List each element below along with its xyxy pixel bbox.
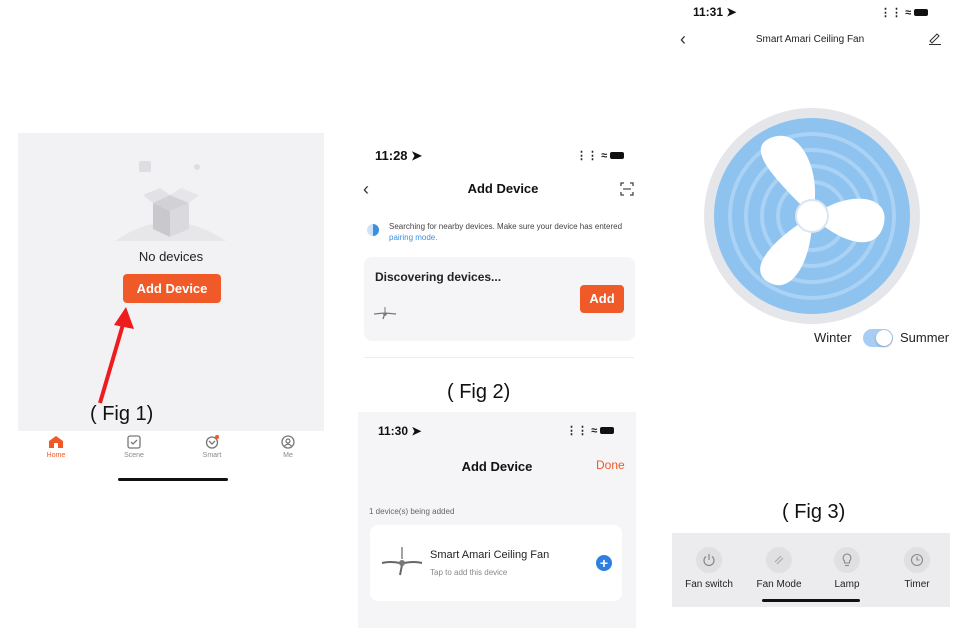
fig3-caption: ( Fig 3) bbox=[782, 501, 846, 523]
discovering-card: Discovering devices... Add bbox=[364, 257, 635, 341]
ceiling-fan-icon bbox=[373, 307, 397, 320]
device-subtitle: Tap to add this device bbox=[430, 568, 508, 577]
smart-icon bbox=[205, 435, 219, 449]
tab-smart[interactable]: Smart bbox=[182, 435, 242, 459]
scan-icon[interactable] bbox=[620, 182, 634, 196]
fan-mode-label: Fan Mode bbox=[756, 579, 802, 590]
tab-me-label: Me bbox=[283, 452, 293, 459]
tab-me[interactable]: Me bbox=[258, 435, 318, 459]
fan-mode-button[interactable]: Fan Mode bbox=[744, 547, 814, 590]
lamp-label: Lamp bbox=[834, 579, 860, 590]
winter-label: Winter bbox=[814, 330, 852, 345]
fig1-home-screen: No devices Add Device ( Fig 1) bbox=[18, 133, 324, 431]
battery-icon bbox=[610, 152, 625, 159]
wifi-icon: ≈ bbox=[591, 425, 598, 437]
power-icon bbox=[703, 554, 715, 567]
search-hint: Searching for nearby devices. Make sure … bbox=[389, 221, 629, 243]
fig3-status-icons: ⋮⋮ ≈ bbox=[880, 6, 929, 19]
edit-pencil-icon[interactable] bbox=[928, 33, 942, 45]
device-card[interactable]: Smart Amari Ceiling Fan Tap to add this … bbox=[370, 525, 622, 601]
fan-mode-icon bbox=[774, 555, 784, 565]
battery-icon bbox=[600, 427, 615, 434]
search-hint-text: Searching for nearby devices. Make sure … bbox=[389, 222, 623, 231]
tab-scene-label: Scene bbox=[124, 452, 144, 459]
lamp-button[interactable]: Lamp bbox=[812, 547, 882, 590]
status-time-text: 11:31 bbox=[693, 5, 724, 19]
add-device-plus-icon[interactable]: + bbox=[596, 555, 612, 571]
wifi-icon: ≈ bbox=[601, 150, 608, 162]
devices-being-added-text: 1 device(s) being added bbox=[369, 507, 455, 516]
pairing-mode-link[interactable]: pairing mode. bbox=[389, 233, 437, 242]
lamp-icon bbox=[842, 553, 852, 567]
season-toggle[interactable] bbox=[863, 329, 893, 347]
location-arrow-icon: ➤ bbox=[726, 5, 737, 19]
device-title: Smart Amari Ceiling Fan bbox=[755, 34, 865, 45]
tab-home-label: Home bbox=[46, 452, 66, 459]
tab-smart-label: Smart bbox=[202, 452, 222, 459]
home-icon bbox=[49, 436, 63, 448]
status-icons: ⋮⋮ ≈ bbox=[566, 424, 615, 437]
empty-state-text: No devices bbox=[138, 249, 204, 264]
signal-icon: ⋮⋮ bbox=[576, 150, 598, 162]
ceiling-fan-icon bbox=[381, 547, 423, 576]
page-title: Add Device bbox=[461, 459, 533, 474]
signal-icon: ⋮⋮ bbox=[880, 7, 902, 19]
bottom-tab-bar: Home Scene Smart Me bbox=[18, 431, 324, 483]
toggle-knob bbox=[876, 330, 892, 346]
home-indicator bbox=[118, 478, 228, 481]
fan-switch-button[interactable]: Fan switch bbox=[674, 547, 744, 590]
fan-control-toolbar: Fan switch Fan Mode Lamp Timer bbox=[672, 533, 950, 607]
home-indicator bbox=[762, 599, 860, 602]
fan-dial[interactable] bbox=[703, 107, 921, 325]
fig2-add-device-searching: 11:28 ➤ ⋮⋮ ≈ ‹ Add Device Searching for … bbox=[358, 137, 636, 359]
status-time-text: 11:28 bbox=[375, 148, 408, 163]
empty-box-icon bbox=[115, 161, 226, 241]
fig2-device-being-added: 11:30 ➤ ⋮⋮ ≈ Add Device Done 1 device(s)… bbox=[358, 412, 636, 628]
red-arrow-annotation bbox=[98, 307, 134, 404]
fig2-caption: ( Fig 2) bbox=[447, 381, 511, 403]
device-name: Smart Amari Ceiling Fan bbox=[430, 549, 550, 561]
done-button[interactable]: Done bbox=[596, 458, 625, 472]
tab-scene[interactable]: Scene bbox=[104, 435, 164, 459]
wifi-icon: ≈ bbox=[905, 7, 912, 19]
back-chevron-icon[interactable]: ‹ bbox=[680, 29, 686, 50]
timer-button[interactable]: Timer bbox=[882, 547, 952, 590]
location-arrow-icon: ➤ bbox=[411, 148, 423, 163]
fig1-caption: ( Fig 1) bbox=[90, 403, 154, 425]
me-icon bbox=[281, 435, 295, 449]
tab-home[interactable]: Home bbox=[26, 435, 86, 459]
status-time: 11:28 ➤ bbox=[375, 148, 422, 164]
scene-icon bbox=[127, 435, 141, 449]
add-device-button[interactable]: Add Device bbox=[123, 274, 221, 303]
status-time-text: 11:30 bbox=[378, 424, 409, 438]
divider bbox=[364, 357, 634, 358]
timer-label: Timer bbox=[904, 579, 930, 590]
status-icons: ⋮⋮ ≈ bbox=[576, 149, 625, 162]
location-arrow-icon: ➤ bbox=[411, 424, 422, 438]
fig3-status-time: 11:31 ➤ bbox=[693, 5, 736, 19]
timer-icon bbox=[910, 553, 924, 567]
battery-icon bbox=[914, 9, 929, 16]
summer-label: Summer bbox=[900, 330, 950, 345]
discovering-text: Discovering devices... bbox=[375, 270, 502, 284]
add-button[interactable]: Add bbox=[580, 285, 624, 313]
fan-switch-label: Fan switch bbox=[685, 579, 733, 590]
status-time: 11:30 ➤ bbox=[378, 424, 421, 438]
page-title: Add Device bbox=[467, 181, 539, 196]
signal-icon: ⋮⋮ bbox=[566, 425, 588, 437]
searching-spinner-icon bbox=[367, 224, 379, 236]
